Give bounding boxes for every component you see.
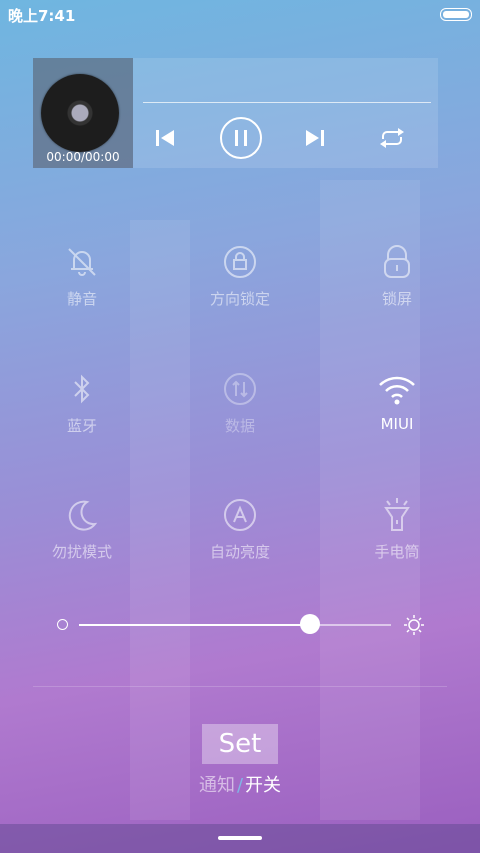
status-time: 晚上7:41 (8, 7, 76, 25)
toggle-flashlight-label: 手电筒 (374, 543, 420, 561)
toggle-mute[interactable]: 静音 (22, 242, 142, 309)
repeat-button[interactable] (374, 120, 410, 156)
moon-icon (62, 495, 102, 535)
music-player: 00:00/00:00 (33, 58, 438, 168)
tab-notifications[interactable]: 通知 (199, 775, 235, 796)
toggle-auto-brightness[interactable]: 自动亮度 (180, 495, 300, 562)
toggle-auto-brightness-label: 自动亮度 (209, 543, 270, 561)
track-time: 00:00/00:00 (46, 150, 120, 164)
panel-tabs: 通知 / 开关 (0, 771, 480, 797)
toggle-wifi-label: MIUI (380, 415, 414, 433)
auto-brightness-icon (220, 495, 260, 535)
disc-icon (41, 74, 119, 152)
repeat-icon (380, 128, 404, 148)
drag-handle[interactable] (218, 836, 262, 840)
toggle-rotation-lock[interactable]: 方向锁定 (180, 242, 300, 309)
pause-button[interactable] (219, 116, 263, 160)
sun-icon (404, 615, 424, 635)
next-button[interactable] (297, 120, 333, 156)
toggle-do-not-disturb[interactable]: 勿扰模式 (22, 495, 142, 562)
toggle-do-not-disturb-label: 勿扰模式 (51, 543, 112, 561)
album-art[interactable]: 00:00/00:00 (33, 58, 133, 168)
status-bar: 晚上7:41 (0, 0, 480, 28)
battery-icon (440, 8, 472, 21)
toggle-data-label: 数据 (224, 417, 255, 435)
bluetooth-icon (62, 369, 102, 409)
toggle-lock-screen-label: 锁屏 (381, 290, 412, 308)
brightness-low-icon (57, 619, 68, 630)
rotation-lock-icon (220, 242, 260, 282)
toggle-mute-label: 静音 (66, 290, 97, 308)
previous-icon (156, 130, 174, 146)
divider (33, 686, 447, 687)
previous-button[interactable] (147, 120, 183, 156)
track-progress[interactable] (143, 102, 431, 103)
brightness-thumb[interactable] (299, 614, 320, 634)
next-icon (306, 130, 324, 146)
set-button[interactable]: Set (202, 724, 278, 764)
data-arrows-icon (220, 369, 260, 409)
brightness-fill (79, 624, 310, 626)
flashlight-icon (377, 495, 417, 535)
brightness-slider[interactable] (57, 612, 427, 642)
toggle-rotation-lock-label: 方向锁定 (209, 290, 270, 308)
bottom-bar (0, 824, 480, 853)
tab-separator: / (236, 775, 244, 796)
toggle-lock-screen[interactable]: 锁屏 (337, 242, 457, 309)
toggle-flashlight[interactable]: 手电筒 (337, 495, 457, 562)
bell-off-icon (62, 242, 102, 282)
tab-switches[interactable]: 开关 (245, 775, 281, 796)
lock-icon (377, 242, 417, 282)
toggle-data[interactable]: 数据 (180, 369, 300, 436)
pause-icon (220, 117, 262, 159)
toggle-bluetooth[interactable]: 蓝牙 (22, 369, 142, 436)
wifi-icon (377, 369, 417, 409)
toggle-wifi[interactable]: MIUI (337, 369, 457, 433)
toggle-bluetooth-label: 蓝牙 (66, 417, 97, 435)
